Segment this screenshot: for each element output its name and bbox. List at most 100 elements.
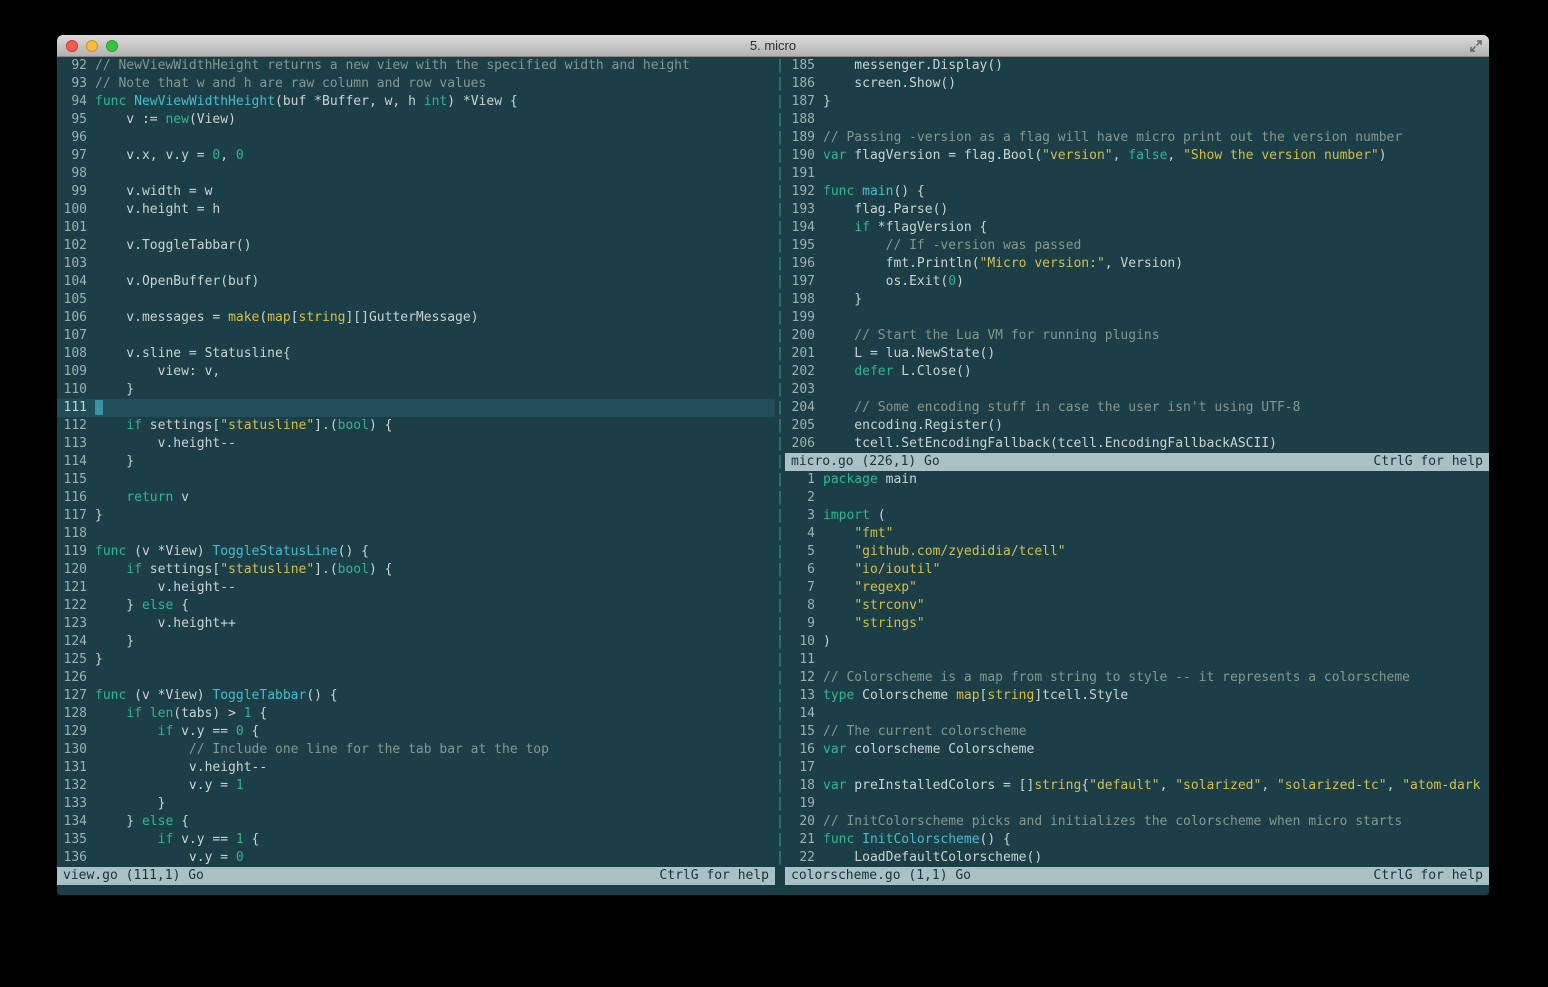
status-file-info: micro.go (226,1) Go (791, 453, 940, 471)
code-line: 201 L = lua.NewState() (785, 345, 1489, 363)
code-line: 111 (57, 399, 775, 417)
window-title: 5. micro (57, 38, 1489, 53)
code-line: 131 v.height-- (57, 759, 775, 777)
line-number: 107 (57, 327, 95, 345)
line-number: 133 (57, 795, 95, 813)
code-line: 95 v := new(View) (57, 111, 775, 129)
text-cursor (95, 400, 103, 415)
code-line: 126 (57, 669, 775, 687)
line-number: 100 (57, 201, 95, 219)
line-number: 105 (57, 291, 95, 309)
pane-micro-go[interactable]: 185 messenger.Display()186 screen.Show()… (785, 57, 1489, 453)
code-line: 4 "fmt" (785, 525, 1489, 543)
line-number: 205 (785, 417, 823, 435)
line-number: 99 (57, 183, 95, 201)
code-line: 102 v.ToggleTabbar() (57, 237, 775, 255)
pane-colorscheme-go[interactable]: 1package main23import (4 "fmt"5 "github.… (785, 471, 1489, 867)
traffic-lights (66, 35, 118, 56)
line-number: 120 (57, 561, 95, 579)
close-button[interactable] (66, 40, 78, 52)
line-number: 197 (785, 273, 823, 291)
line-number: 13 (785, 687, 823, 705)
line-number: 206 (785, 435, 823, 453)
line-number: 190 (785, 147, 823, 165)
line-number: 103 (57, 255, 95, 273)
code-line: 136 v.y = 0 (57, 849, 775, 867)
line-number: 117 (57, 507, 95, 525)
code-line: 204 // Some encoding stuff in case the u… (785, 399, 1489, 417)
code-line: 106 v.messages = make(map[string][]Gutte… (57, 309, 775, 327)
line-number: 5 (785, 543, 823, 561)
code-line: 190var flagVersion = flag.Bool("version"… (785, 147, 1489, 165)
code-line: 11 (785, 651, 1489, 669)
statusbar-view-go: view.go (111,1) Go CtrlG for help (57, 867, 775, 885)
line-number: 113 (57, 435, 95, 453)
line-number: 198 (785, 291, 823, 309)
status-help-hint: CtrlG for help (1373, 453, 1483, 471)
line-number: 135 (57, 831, 95, 849)
code-line: 134 } else { (57, 813, 775, 831)
code-line: 17 (785, 759, 1489, 777)
code-line: 115 (57, 471, 775, 489)
minimize-button[interactable] (86, 40, 98, 52)
line-number: 186 (785, 75, 823, 93)
code-line: 13type Colorscheme map[string]tcell.Styl… (785, 687, 1489, 705)
line-number: 15 (785, 723, 823, 741)
code-line: 105 (57, 291, 775, 309)
code-line: 120 if settings["statusline"].(bool) { (57, 561, 775, 579)
pane-view-go[interactable]: 92// NewViewWidthHeight returns a new vi… (57, 57, 775, 867)
line-number: 124 (57, 633, 95, 651)
line-number: 10 (785, 633, 823, 651)
code-line: 94func NewViewWidthHeight(buf *Buffer, w… (57, 93, 775, 111)
code-line: 188 (785, 111, 1489, 129)
code-line: 114 } (57, 453, 775, 471)
code-line: 100 v.height = h (57, 201, 775, 219)
line-number: 17 (785, 759, 823, 777)
line-number: 109 (57, 363, 95, 381)
line-number: 101 (57, 219, 95, 237)
code-line: 125} (57, 651, 775, 669)
title-bar[interactable]: 5. micro (57, 35, 1489, 57)
code-line: 123 v.height++ (57, 615, 775, 633)
code-line: 118 (57, 525, 775, 543)
code-line: 195 // If -version was passed (785, 237, 1489, 255)
line-number: 102 (57, 237, 95, 255)
code-line: 196 fmt.Println("Micro version:", Versio… (785, 255, 1489, 273)
code-line: 199 (785, 309, 1489, 327)
code-line: 117} (57, 507, 775, 525)
line-number: 202 (785, 363, 823, 381)
code-line: 14 (785, 705, 1489, 723)
code-line: 5 "github.com/zyedidia/tcell" (785, 543, 1489, 561)
code-line: 97 v.x, v.y = 0, 0 (57, 147, 775, 165)
code-line: 22 LoadDefaultColorscheme() (785, 849, 1489, 867)
fullscreen-resize-icon[interactable] (1469, 39, 1483, 53)
status-file-info: view.go (111,1) Go (63, 867, 204, 885)
right-split: 185 messenger.Display()186 screen.Show()… (785, 57, 1489, 885)
line-number: 194 (785, 219, 823, 237)
line-number: 195 (785, 237, 823, 255)
line-number: 134 (57, 813, 95, 831)
code-line: 6 "io/ioutil" (785, 561, 1489, 579)
status-help-hint: CtrlG for help (1373, 867, 1483, 885)
line-number: 121 (57, 579, 95, 597)
line-number: 116 (57, 489, 95, 507)
line-number: 97 (57, 147, 95, 165)
line-number: 106 (57, 309, 95, 327)
line-number: 14 (785, 705, 823, 723)
line-number: 115 (57, 471, 95, 489)
line-number: 96 (57, 129, 95, 147)
code-line: 9 "strings" (785, 615, 1489, 633)
code-line: 107 (57, 327, 775, 345)
pane-divider[interactable]: ||||||||||||||||||||||||||||||||||||||||… (775, 57, 785, 885)
zoom-button[interactable] (106, 40, 118, 52)
code-line: 7 "regexp" (785, 579, 1489, 597)
code-line: 132 v.y = 1 (57, 777, 775, 795)
code-line: 187} (785, 93, 1489, 111)
code-line: 121 v.height-- (57, 579, 775, 597)
code-line: 16var colorscheme Colorscheme (785, 741, 1489, 759)
line-number: 98 (57, 165, 95, 183)
code-line: 108 v.sline = Statusline{ (57, 345, 775, 363)
line-number: 4 (785, 525, 823, 543)
code-line: 1package main (785, 471, 1489, 489)
code-line: 203 (785, 381, 1489, 399)
